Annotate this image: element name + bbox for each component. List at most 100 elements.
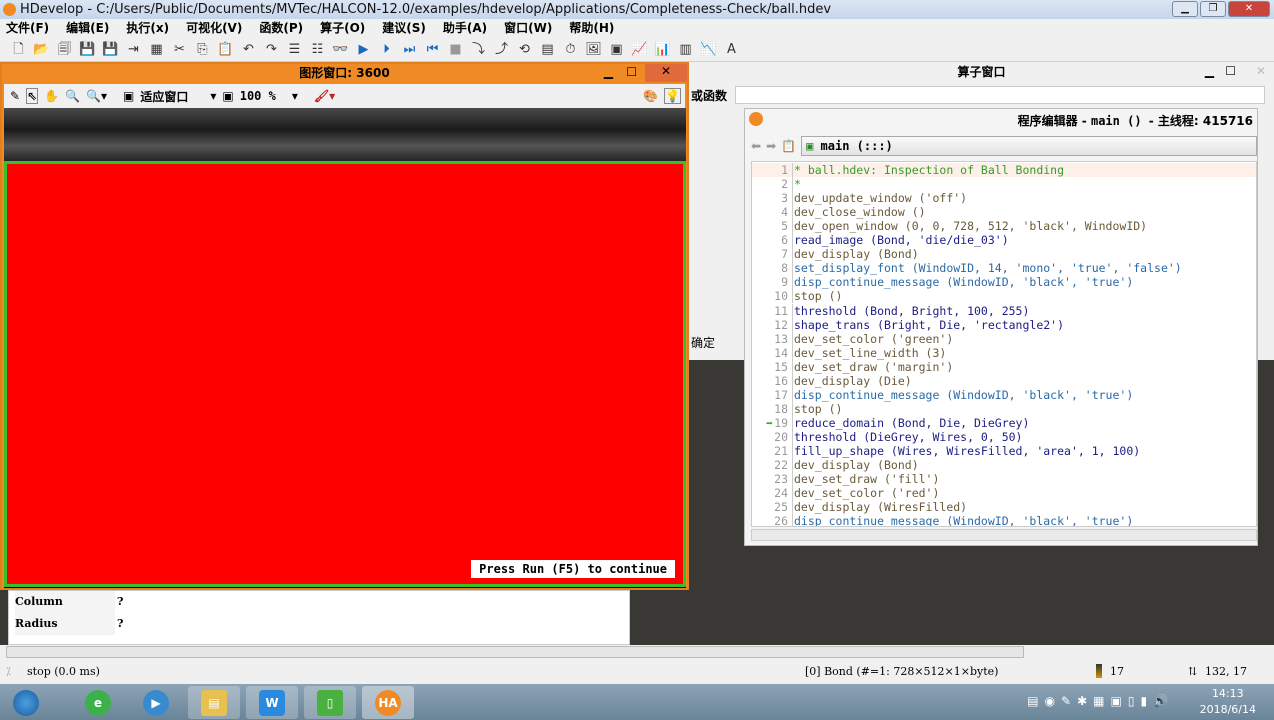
code-line[interactable]: 3 dev_update_window ('off') bbox=[752, 191, 1256, 206]
hand-icon[interactable]: ✋ bbox=[44, 89, 59, 103]
redo-icon[interactable]: ↷ bbox=[263, 41, 280, 58]
minimize-button[interactable]: ▁ bbox=[1172, 1, 1198, 17]
menu-procedures[interactable]: 函数(P) bbox=[259, 19, 303, 38]
minimize-icon[interactable]: ▁ bbox=[604, 65, 613, 79]
activate-icon[interactable]: ☰ bbox=[286, 41, 303, 58]
close-button[interactable]: ✕ bbox=[1228, 1, 1270, 17]
zoom-level[interactable]: 100 % bbox=[240, 89, 276, 103]
deactivate-icon[interactable]: ☷ bbox=[309, 41, 326, 58]
code-line[interactable]: 26 disp_continue_message (WindowID, 'blac… bbox=[752, 514, 1256, 526]
open-file-icon[interactable]: 📂 bbox=[33, 41, 50, 58]
properties-icon[interactable]: ▦ bbox=[148, 41, 165, 58]
run-icon[interactable]: ▶ bbox=[355, 41, 372, 58]
pointer-icon[interactable]: ⇖ bbox=[26, 88, 39, 104]
graphics-window-icon[interactable]: 🖼 bbox=[585, 41, 602, 58]
taskbar-halcon[interactable]: HA bbox=[362, 686, 414, 719]
stop-icon[interactable]: ■ bbox=[447, 41, 464, 58]
back-arrow-icon[interactable]: ⬅ bbox=[751, 139, 761, 153]
operator-input[interactable] bbox=[735, 86, 1265, 104]
new-file-icon[interactable]: 🗋 bbox=[10, 41, 27, 58]
maximize-icon[interactable]: ☐ bbox=[626, 65, 637, 79]
magnifier-icon[interactable]: 🔍 bbox=[65, 89, 80, 103]
code-line[interactable]: 7 dev_display (Bond) bbox=[752, 247, 1256, 262]
maximize-icon[interactable]: ☐ bbox=[1225, 64, 1236, 78]
main-horizontal-scrollbar[interactable] bbox=[0, 645, 1274, 659]
code-line[interactable]: 21 fill_up_shape (Wires, WiresFilled, 'ar… bbox=[752, 444, 1256, 458]
undo-icon[interactable]: ↶ bbox=[240, 41, 257, 58]
run-to-cursor-icon[interactable]: ⏵ bbox=[378, 41, 395, 58]
fit-window-label[interactable]: 适应窗口 bbox=[140, 88, 188, 105]
code-line[interactable]: 4 dev_close_window () bbox=[752, 205, 1256, 220]
code-line[interactable]: 20 threshold (DieGrey, Wires, 0, 50) bbox=[752, 429, 1256, 444]
taskbar-explorer[interactable]: ▤ bbox=[188, 686, 240, 719]
image-icon[interactable]: ▣ bbox=[608, 41, 625, 58]
start-button[interactable] bbox=[0, 686, 52, 719]
taskbar-app-green[interactable]: ▯ bbox=[304, 686, 356, 719]
taskbar-wps[interactable]: W bbox=[246, 686, 298, 719]
cut-icon[interactable]: ✂ bbox=[171, 41, 188, 58]
step-over-icon[interactable]: ⏭ bbox=[401, 41, 418, 58]
edit-icon[interactable]: ✎ bbox=[10, 89, 20, 103]
code-area[interactable]: 1 * ball.hdev: Inspection of Ball Bonding… bbox=[751, 161, 1257, 527]
reset-icon[interactable]: ⟲ bbox=[516, 41, 533, 58]
confirm-button[interactable]: 确定 bbox=[691, 334, 715, 351]
taskbar-video[interactable]: ▶ bbox=[130, 686, 182, 719]
fit-window-icon[interactable]: ▣ bbox=[123, 89, 134, 103]
zoom-icon[interactable]: 🔍▾ bbox=[86, 89, 107, 103]
find-icon[interactable]: 👓 bbox=[332, 41, 349, 58]
code-line[interactable]: 23 dev_set_draw ('fill') bbox=[752, 472, 1256, 487]
export-icon[interactable]: ⇥ bbox=[125, 41, 142, 58]
procedure-select[interactable]: ▣ main (:::) bbox=[801, 136, 1257, 156]
menu-file[interactable]: 文件(F) bbox=[6, 19, 49, 38]
lightbulb-icon[interactable]: 💡 bbox=[664, 88, 681, 104]
code-line[interactable]: 18 stop () bbox=[752, 401, 1256, 416]
step-out-icon[interactable]: ⤴ bbox=[493, 41, 510, 58]
minimize-icon[interactable]: ▁ bbox=[1205, 64, 1214, 78]
menu-edit[interactable]: 编辑(E) bbox=[66, 19, 109, 38]
step-back-icon[interactable]: ⏮ bbox=[424, 41, 441, 58]
gray-histogram-icon[interactable]: 📉 bbox=[700, 41, 717, 58]
menu-execute[interactable]: 执行(x) bbox=[126, 19, 169, 38]
scrollbar-thumb[interactable] bbox=[6, 646, 1024, 658]
code-line[interactable]: 1 * ball.hdev: Inspection of Ball Bonding bbox=[752, 163, 1256, 177]
code-line[interactable]: 8 set_display_font (WindowID, 14, 'mono',… bbox=[752, 261, 1256, 276]
profiler-icon[interactable]: ▤ bbox=[539, 41, 556, 58]
code-line[interactable]: 24 dev_set_color ('red') bbox=[752, 486, 1256, 501]
menu-operators[interactable]: 算子(O) bbox=[320, 19, 365, 38]
image-canvas[interactable]: Press Run (F5) to continue bbox=[4, 108, 686, 588]
code-line[interactable]: 5 dev_open_window (0, 0, 728, 512, 'black… bbox=[752, 219, 1256, 234]
taskbar-ie[interactable]: e bbox=[72, 686, 124, 719]
code-line[interactable]: 13 dev_set_color ('green') bbox=[752, 331, 1256, 346]
menu-visualize[interactable]: 可视化(V) bbox=[186, 19, 242, 38]
close-icon[interactable]: ✕ bbox=[1256, 64, 1266, 78]
paste-icon[interactable]: 📋 bbox=[217, 41, 234, 58]
code-line[interactable]: 9 disp_continue_message (WindowID, 'black… bbox=[752, 275, 1256, 290]
menu-suggestions[interactable]: 建议(S) bbox=[382, 19, 426, 38]
code-line[interactable]: 22 dev_display (Bond) bbox=[752, 458, 1256, 473]
feature-inspection-icon[interactable]: ▥ bbox=[677, 41, 694, 58]
code-line[interactable]: 12 shape_trans (Bright, Die, 'rectangle2'… bbox=[752, 317, 1256, 332]
clipboard-icon[interactable]: 📋 bbox=[781, 139, 796, 153]
code-line[interactable]: 10 stop () bbox=[752, 289, 1256, 304]
clock[interactable]: 14:13 2018/6/14 bbox=[1200, 686, 1256, 718]
color-icon[interactable]: 🖌▾ bbox=[314, 89, 335, 103]
code-line[interactable]: 14 dev_set_line_width (3) bbox=[752, 345, 1256, 360]
open-example-icon[interactable]: 🗐 bbox=[56, 41, 73, 58]
chevron-down-icon[interactable]: ▾ bbox=[210, 89, 216, 103]
histogram-icon[interactable]: 📈 bbox=[631, 41, 648, 58]
line-profile-icon[interactable]: 📊 bbox=[654, 41, 671, 58]
copy-icon[interactable]: ⎘ bbox=[194, 41, 211, 58]
code-line[interactable]: 11 threshold (Bond, Bright, 100, 255) bbox=[752, 303, 1256, 318]
code-line[interactable]: 17 disp_continue_message (WindowID, 'blac… bbox=[752, 387, 1256, 402]
code-line[interactable]: 16 dev_display (Die) bbox=[752, 373, 1256, 388]
code-line[interactable]: 25 dev_display (WiresFilled) bbox=[752, 500, 1256, 515]
timer-icon[interactable]: ⏱ bbox=[562, 41, 579, 58]
menu-window[interactable]: 窗口(W) bbox=[504, 19, 552, 38]
step-into-icon[interactable]: ⤵ bbox=[470, 41, 487, 58]
code-line[interactable]: ➡ 19 reduce_domain (Bond, Die, DieGrey) bbox=[752, 415, 1256, 430]
settings-icon[interactable]: 🎨 bbox=[643, 89, 658, 103]
save-as-icon[interactable]: 💾 bbox=[102, 41, 119, 58]
code-line[interactable]: 15 dev_set_draw ('margin') bbox=[752, 359, 1256, 374]
menu-help[interactable]: 帮助(H) bbox=[569, 19, 614, 38]
close-icon[interactable]: ✕ bbox=[645, 64, 687, 82]
